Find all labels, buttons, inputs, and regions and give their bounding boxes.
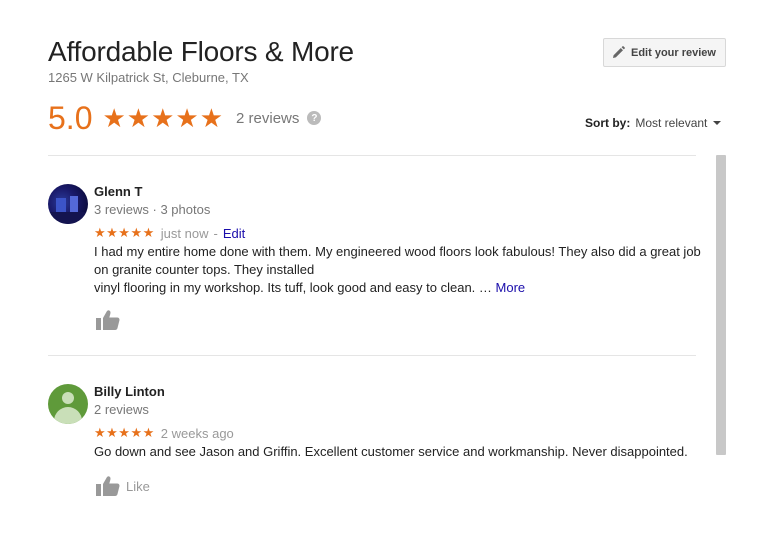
review-stars: ★★★★★ bbox=[94, 225, 155, 240]
review-stars: ★★★★★ bbox=[94, 425, 155, 440]
sort-dropdown[interactable]: Sort by: Most relevant bbox=[585, 116, 722, 130]
review-item: Billy Linton 2 reviews ★★★★★ 2 weeks ago… bbox=[48, 384, 708, 504]
edit-your-review-button[interactable]: Edit your review bbox=[603, 38, 726, 67]
divider bbox=[48, 155, 696, 156]
like-label: Like bbox=[126, 478, 150, 494]
review-item: Glenn T 3 reviews · 3 photos ★★★★★ just … bbox=[48, 184, 708, 334]
review-text-line: vinyl flooring in my workshop. Its tuff,… bbox=[94, 280, 496, 295]
rating-summary: 5.0 ★★★★★ 2 reviews ? bbox=[48, 99, 322, 136]
review-text-line: Go down and see Jason and Griffin. Excel… bbox=[94, 444, 688, 459]
separator: - bbox=[213, 225, 218, 241]
scrollbar[interactable] bbox=[716, 155, 726, 455]
avatar[interactable] bbox=[48, 384, 88, 424]
review-text-line: I had my entire home done with them. My … bbox=[94, 244, 701, 277]
reviewer-meta: 3 reviews · 3 photos bbox=[94, 202, 211, 217]
edit-your-review-label: Edit your review bbox=[631, 46, 716, 59]
review-text: Go down and see Jason and Griffin. Excel… bbox=[94, 443, 704, 461]
like-button[interactable]: Like bbox=[96, 476, 150, 496]
business-name: Affordable Floors & More bbox=[48, 36, 354, 67]
review-count: 2 reviews bbox=[236, 109, 300, 127]
edit-review-link[interactable]: Edit bbox=[223, 226, 245, 241]
avatar[interactable] bbox=[48, 184, 88, 224]
reviewer-name[interactable]: Glenn T bbox=[94, 184, 142, 199]
like-button[interactable] bbox=[96, 310, 126, 330]
review-text: I had my entire home done with them. My … bbox=[94, 243, 704, 297]
sort-value: Most relevant bbox=[635, 116, 708, 130]
business-address: 1265 W Kilpatrick St, Cleburne, TX bbox=[48, 70, 249, 85]
divider bbox=[48, 355, 696, 356]
help-icon[interactable]: ? bbox=[307, 111, 322, 125]
review-rating-line: ★★★★★ just now - Edit bbox=[94, 225, 245, 241]
sort-label: Sort by: bbox=[585, 116, 631, 130]
review-time: just now bbox=[160, 225, 209, 241]
reviewer-name[interactable]: Billy Linton bbox=[94, 384, 165, 399]
thumbs-up-icon bbox=[96, 310, 120, 330]
more-link[interactable]: More bbox=[496, 280, 526, 295]
review-rating-line: ★★★★★ 2 weeks ago bbox=[94, 425, 234, 441]
thumbs-up-icon bbox=[96, 476, 120, 496]
rating-score: 5.0 bbox=[48, 99, 93, 136]
reviewer-meta: 2 reviews bbox=[94, 402, 149, 417]
pencil-icon bbox=[613, 46, 625, 58]
chevron-down-icon bbox=[713, 121, 722, 125]
review-time: 2 weeks ago bbox=[160, 425, 234, 441]
rating-stars: ★★★★★ bbox=[102, 102, 225, 133]
